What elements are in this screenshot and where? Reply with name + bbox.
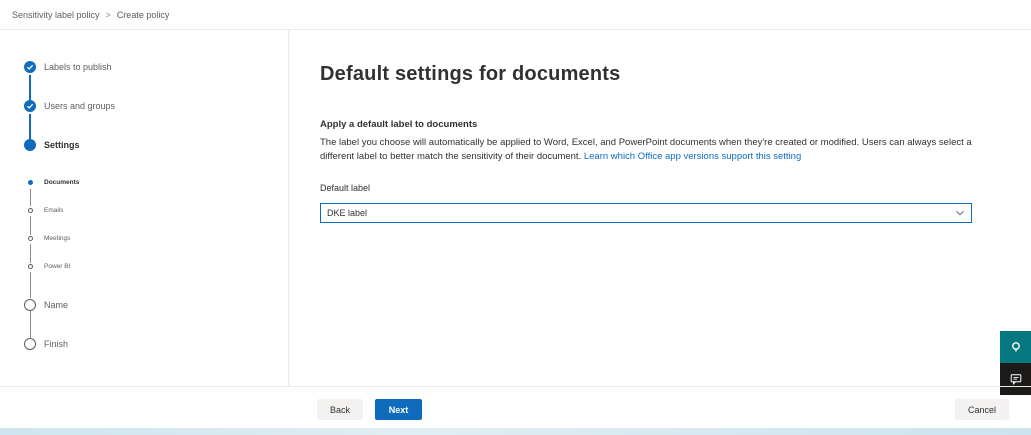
- back-button[interactable]: Back: [317, 399, 363, 420]
- breadcrumb: Sensitivity label policy > Create policy: [0, 0, 1031, 30]
- breadcrumb-parent-link[interactable]: Sensitivity label policy: [12, 10, 100, 20]
- pending-step-dot: [24, 338, 36, 350]
- step-users-and-groups[interactable]: Users and groups: [24, 100, 115, 112]
- wizard-footer: Back Next Cancel: [0, 386, 1031, 428]
- step-label: Name: [44, 300, 69, 310]
- taskbar-strip: [0, 428, 1031, 435]
- step-labels-to-publish[interactable]: Labels to publish: [24, 61, 112, 73]
- section-title: Apply a default label to documents: [320, 119, 478, 130]
- cancel-button[interactable]: Cancel: [955, 399, 1009, 420]
- pending-substep-dot: [27, 264, 33, 269]
- chevron-right-icon: >: [105, 9, 111, 20]
- step-label: Users and groups: [44, 101, 116, 111]
- page-title: Default settings for documents: [320, 63, 621, 85]
- current-substep-dot: [27, 180, 33, 185]
- substep-label: Emails: [44, 207, 64, 214]
- checkmark-icon: [24, 100, 36, 112]
- step-label: Labels to publish: [44, 62, 112, 72]
- chevron-down-icon: [956, 210, 964, 216]
- substep-documents[interactable]: Documents: [24, 179, 79, 186]
- default-label-dropdown[interactable]: DKE label: [320, 203, 972, 223]
- feedback-icon: [1010, 374, 1021, 385]
- step-connector: [29, 114, 31, 140]
- step-connector: [29, 75, 31, 101]
- step-connector: [29, 216, 31, 235]
- section-description: The label you choose will automatically …: [320, 136, 975, 164]
- help-person-icon: [1011, 342, 1020, 352]
- step-connector: [29, 189, 31, 206]
- step-connector: [29, 311, 31, 338]
- wizard-steps-pane: Labels to publish Users and groups Setti…: [0, 30, 289, 386]
- checkmark-icon: [24, 61, 36, 73]
- step-connector: [29, 244, 31, 263]
- step-label: Finish: [44, 339, 69, 349]
- help-button[interactable]: [1000, 331, 1031, 363]
- step-finish[interactable]: Finish: [24, 338, 68, 350]
- step-settings[interactable]: Settings: [24, 139, 80, 151]
- substep-meetings[interactable]: Meetings: [24, 235, 70, 242]
- default-label-field-label: Default label: [320, 183, 371, 193]
- substep-label: Meetings: [44, 235, 71, 242]
- substep-power-bi[interactable]: Power BI: [24, 263, 70, 270]
- dropdown-selected-value: DKE label: [327, 208, 368, 218]
- pending-substep-dot: [27, 236, 33, 241]
- pending-substep-dot: [27, 208, 33, 213]
- next-button[interactable]: Next: [375, 399, 422, 420]
- breadcrumb-current: Create policy: [116, 9, 170, 20]
- step-connector: [29, 272, 31, 298]
- pending-step-dot: [24, 299, 36, 311]
- substep-emails[interactable]: Emails: [24, 207, 64, 214]
- substep-label: Power BI: [44, 263, 71, 270]
- step-label: Settings: [44, 140, 80, 150]
- step-name[interactable]: Name: [24, 299, 68, 311]
- substep-label: Documents: [44, 179, 80, 186]
- current-step-dot: [24, 139, 36, 151]
- office-versions-link[interactable]: Learn which Office app versions support …: [584, 151, 801, 162]
